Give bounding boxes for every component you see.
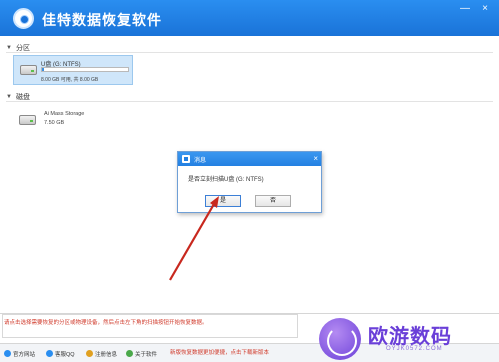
notice-text: 请点击选择需要恢复的分区或物理设备，然后点击左下角的扫描按钮开始恢复数据。 xyxy=(4,320,208,326)
official-site-label: 官方网站 xyxy=(13,351,36,358)
key-icon xyxy=(86,350,93,357)
dialog-close-button[interactable]: × xyxy=(313,153,318,165)
register-info-button[interactable]: 注册信息 xyxy=(86,348,117,359)
dialog-title: 消息 xyxy=(194,158,207,164)
support-qq-button[interactable]: 客服QQ xyxy=(46,348,75,359)
dialog-titlebar: 消息 × xyxy=(178,152,321,166)
support-qq-label: 客服QQ xyxy=(55,351,75,358)
dialog-message: 是否立刻扫描U盘 (G: NTFS) xyxy=(188,177,264,183)
watermark-logo-icon xyxy=(319,318,361,360)
collapse-arrow-icon: ▼ xyxy=(6,94,12,100)
no-button[interactable]: 否 xyxy=(255,195,291,207)
info-icon xyxy=(126,350,133,357)
disk-size: 7.50 GB xyxy=(44,120,65,126)
partition-item-g[interactable]: U盘 (G: NTFS) 8.00 GB 可用, 共 8.00 GB xyxy=(13,55,133,85)
drive-icon xyxy=(20,65,37,75)
disk-name: Ai Mass Storage xyxy=(44,111,85,117)
watermark-brand: 欧游数码 xyxy=(368,324,452,348)
message-icon xyxy=(182,155,190,163)
window-controls: — × xyxy=(455,2,495,16)
promo-link[interactable]: 新版恢复数据更加便捷，点击下载新版本 xyxy=(170,348,269,356)
close-button[interactable]: × xyxy=(475,2,495,16)
disk-item-usb[interactable]: Ai Mass Storage 7.50 GB xyxy=(13,109,133,133)
title-bar: 佳特数据恢复软件 — × xyxy=(0,0,499,36)
home-icon xyxy=(4,350,11,357)
partition-usage-fill xyxy=(42,68,44,71)
minimize-button[interactable]: — xyxy=(455,2,475,16)
divider xyxy=(6,52,493,53)
partition-info: 8.00 GB 可用, 共 8.00 GB xyxy=(41,77,99,83)
partition-usage-bar xyxy=(41,67,129,72)
drive-icon xyxy=(19,115,36,125)
watermark-url: OYJK0572.COM xyxy=(386,346,443,352)
qq-icon xyxy=(46,350,53,357)
about-button[interactable]: 关于软件 xyxy=(126,348,157,359)
app-logo-icon xyxy=(13,8,34,29)
collapse-arrow-icon: ▼ xyxy=(6,45,12,51)
divider xyxy=(6,101,493,102)
scan-confirm-dialog: 消息 × 是否立刻扫描U盘 (G: NTFS) 是 否 xyxy=(177,151,322,213)
yes-button[interactable]: 是 xyxy=(205,195,241,207)
app-title: 佳特数据恢复软件 xyxy=(42,13,162,29)
official-site-button[interactable]: 官方网站 xyxy=(4,348,35,359)
register-info-label: 注册信息 xyxy=(95,351,118,358)
about-label: 关于软件 xyxy=(135,351,158,358)
